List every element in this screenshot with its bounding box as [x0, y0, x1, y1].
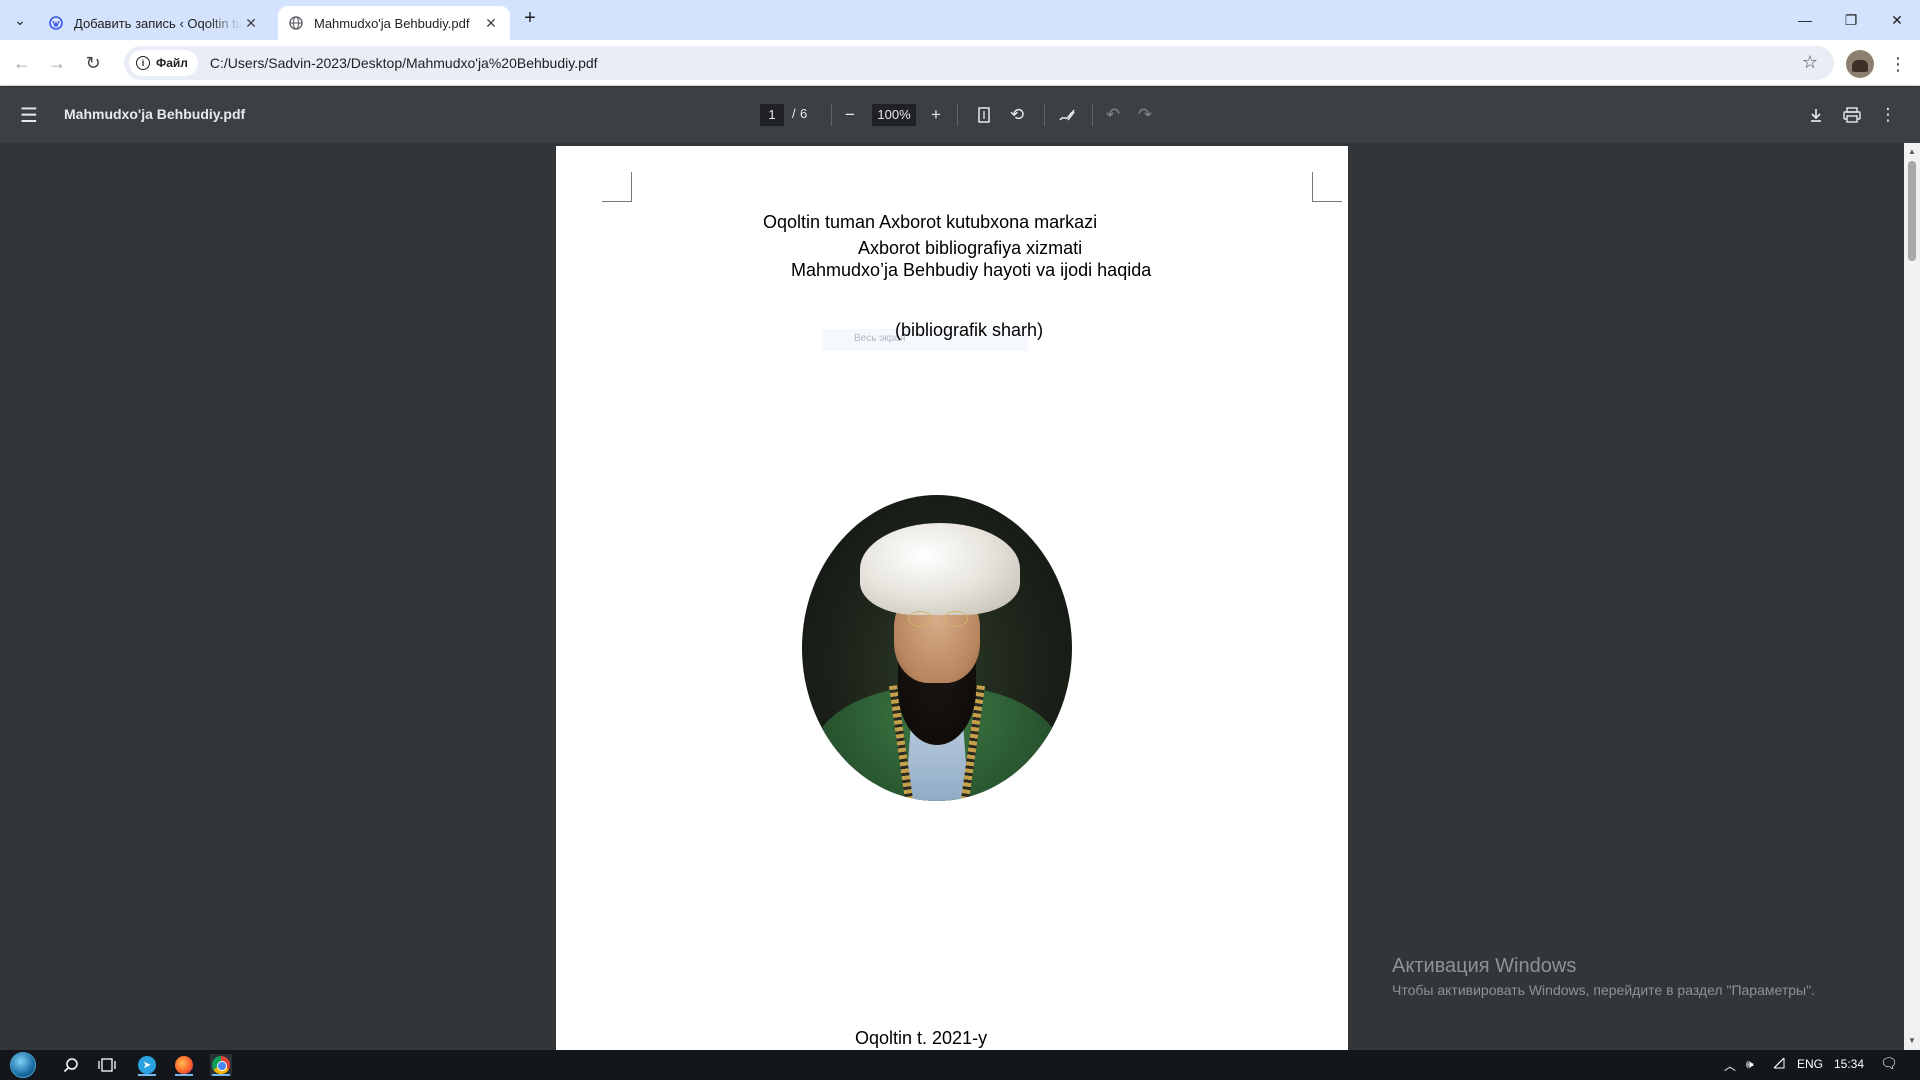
- rotate-icon[interactable]: ⟲: [1005, 103, 1029, 127]
- pdf-toolbar: ☰ Mahmudxo'ja Behbudiy.pdf 1 / 6 − 100% …: [0, 87, 1920, 143]
- page-heading-line: Mahmudxo’ja Behbudiy hayoti va ijodi haq…: [791, 260, 1152, 280]
- volume-icon[interactable]: 🕪: [1746, 1057, 1754, 1072]
- activation-watermark-subtitle: Чтобы активировать Windows, перейдите в …: [1392, 982, 1815, 998]
- redo-icon[interactable]: ↷: [1133, 103, 1157, 127]
- tray-overflow-icon[interactable]: ︿: [1724, 1057, 1736, 1074]
- tab-search-dropdown-icon[interactable]: ⌄: [6, 7, 34, 33]
- new-tab-button[interactable]: +: [520, 8, 540, 29]
- zoom-in-icon[interactable]: +: [924, 103, 948, 127]
- divider: [1092, 104, 1093, 126]
- tab-strip: ⌄ Добавить запись ‹ Oqoltin tuman ✕ Mahm…: [0, 0, 1920, 40]
- start-button[interactable]: [10, 1052, 36, 1078]
- page-total: 6: [800, 106, 808, 121]
- page-footer: Oqoltin t. 2021-y: [855, 1028, 988, 1048]
- page-number-input[interactable]: 1: [760, 104, 784, 126]
- page-heading-line: Oqoltin tuman Axborot kutubxona markazi: [763, 212, 1098, 232]
- vertical-scrollbar[interactable]: ▲ ▼: [1904, 143, 1920, 1050]
- address-bar[interactable]: i Файл C:/Users/Sadvin-2023/Desktop/Mahm…: [124, 46, 1834, 80]
- annotate-pen-icon[interactable]: [1055, 103, 1079, 127]
- profile-avatar[interactable]: [1846, 50, 1874, 78]
- telegram-icon[interactable]: ➤: [136, 1054, 158, 1076]
- tab-title: Добавить запись ‹ Oqoltin tuman: [74, 15, 242, 31]
- site-info-label: Файл: [156, 56, 188, 70]
- task-view-icon[interactable]: [96, 1054, 118, 1076]
- bookmark-star-icon[interactable]: ☆: [1802, 52, 1818, 73]
- clock[interactable]: 15:34: [1834, 1057, 1864, 1071]
- tab-title: Mahmudxo'ja Behbudiy.pdf: [314, 15, 470, 31]
- browser-toolbar: ← → ↻ i Файл C:/Users/Sadvin-2023/Deskto…: [0, 40, 1920, 86]
- scroll-down-icon[interactable]: ▼: [1904, 1034, 1920, 1048]
- divider: [1044, 104, 1045, 126]
- pdf-title: Mahmudxo'ja Behbudiy.pdf: [64, 106, 246, 122]
- crop-mark: [602, 172, 632, 202]
- page-subtitle: (bibliografik sharh): [895, 320, 1044, 340]
- chrome-icon[interactable]: [210, 1054, 232, 1076]
- scroll-up-icon[interactable]: ▲: [1904, 145, 1920, 159]
- close-tab-icon[interactable]: ✕: [242, 14, 260, 32]
- more-options-icon[interactable]: ⋮: [1876, 103, 1900, 127]
- url-text[interactable]: C:/Users/Sadvin-2023/Desktop/Mahmudxo'ja…: [210, 55, 598, 71]
- restore-icon[interactable]: ❐: [1828, 0, 1874, 40]
- tab-pdf[interactable]: Mahmudxo'ja Behbudiy.pdf ✕: [278, 6, 510, 40]
- firefox-icon[interactable]: [173, 1054, 195, 1076]
- crop-mark: [1312, 172, 1342, 202]
- print-icon[interactable]: [1840, 103, 1864, 127]
- language-indicator[interactable]: ENG: [1797, 1057, 1823, 1071]
- close-tab-icon[interactable]: ✕: [482, 14, 500, 32]
- undo-icon[interactable]: ↶: [1101, 103, 1125, 127]
- download-icon[interactable]: [1804, 103, 1828, 127]
- network-icon[interactable]: [1772, 1057, 1786, 1072]
- notifications-icon[interactable]: 🗨: [1880, 1055, 1898, 1072]
- portrait-image: [802, 495, 1072, 801]
- site-info-chip[interactable]: i Файл: [129, 50, 198, 76]
- taskbar: ➤ ︿ 🕪 ENG 15:34 🗨: [0, 1050, 1920, 1080]
- sidebar-menu-icon[interactable]: ☰: [20, 103, 38, 128]
- reload-icon[interactable]: ↻: [79, 49, 107, 77]
- tab-wordpress[interactable]: Добавить запись ‹ Oqoltin tuman ✕: [38, 6, 270, 40]
- minimize-icon[interactable]: —: [1782, 0, 1828, 40]
- zoom-out-icon[interactable]: −: [838, 103, 862, 127]
- zoom-input[interactable]: 100%: [872, 104, 916, 126]
- wordpress-icon: [48, 15, 64, 31]
- globe-icon: [288, 15, 304, 31]
- fit-page-icon[interactable]: [972, 103, 996, 127]
- activation-watermark-title: Активация Windows: [1392, 955, 1577, 977]
- info-icon: i: [136, 56, 150, 70]
- divider: [957, 104, 958, 126]
- browser-menu-icon[interactable]: ⋮: [1888, 52, 1908, 76]
- back-icon[interactable]: ←: [8, 49, 36, 77]
- page-separator: /: [792, 106, 796, 121]
- forward-icon[interactable]: →: [43, 49, 71, 77]
- page-heading-line: Axborot bibliografiya xizmati: [858, 238, 1083, 258]
- close-window-icon[interactable]: ✕: [1874, 0, 1920, 40]
- search-icon[interactable]: [60, 1054, 82, 1076]
- scrollbar-thumb[interactable]: [1908, 161, 1916, 261]
- divider: [831, 104, 832, 126]
